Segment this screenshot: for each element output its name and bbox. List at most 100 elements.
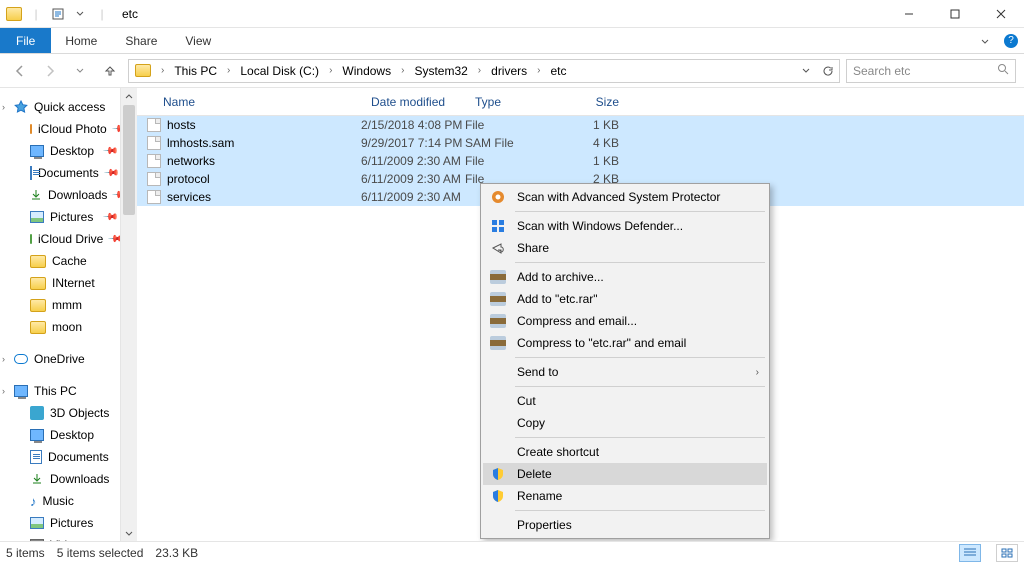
- chevron-right-icon[interactable]: ›: [327, 65, 334, 76]
- chevron-right-icon: ›: [2, 102, 5, 112]
- chevron-right-icon[interactable]: ›: [399, 65, 406, 76]
- close-button[interactable]: [978, 0, 1024, 28]
- recent-dropdown-icon[interactable]: [68, 59, 92, 83]
- sidebar-onedrive[interactable]: › OneDrive: [0, 348, 120, 370]
- pin-icon: 📌: [111, 121, 120, 138]
- minimize-button[interactable]: [886, 0, 932, 28]
- sidebar-item-videos[interactable]: Videos: [0, 534, 120, 541]
- qat-properties-icon[interactable]: [50, 6, 66, 22]
- sidebar-this-pc[interactable]: › This PC: [0, 380, 120, 402]
- sidebar-item-mmm[interactable]: mmm: [0, 294, 120, 316]
- status-selection-size: 23.3 KB: [155, 546, 198, 560]
- sidebar-item-desktop[interactable]: Desktop📌: [0, 140, 120, 162]
- tab-share[interactable]: Share: [111, 28, 171, 53]
- onedrive-icon: [14, 354, 28, 364]
- menu-cut[interactable]: Cut: [483, 390, 767, 412]
- menu-properties[interactable]: Properties: [483, 514, 767, 536]
- file-icon: [147, 136, 161, 150]
- file-row[interactable]: networks6/11/2009 2:30 AMFile1 KB: [137, 152, 1024, 170]
- menu-delete[interactable]: Delete: [483, 463, 767, 485]
- menu-compress-etc-email[interactable]: Compress to "etc.rar" and email: [483, 332, 767, 354]
- column-name[interactable]: Name: [137, 95, 361, 109]
- sidebar-item-documents[interactable]: Documents📌: [0, 162, 120, 184]
- sidebar-item-music[interactable]: ♪Music: [0, 490, 120, 512]
- ribbon-expand-icon[interactable]: [972, 28, 998, 53]
- share-icon: [489, 239, 507, 257]
- menu-send-to[interactable]: Send to›: [483, 361, 767, 383]
- menu-add-archive[interactable]: Add to archive...: [483, 266, 767, 288]
- menu-compress-email[interactable]: Compress and email...: [483, 310, 767, 332]
- sidebar-item-cache[interactable]: Cache: [0, 250, 120, 272]
- column-type[interactable]: Type: [465, 95, 565, 109]
- sidebar-quick-access[interactable]: › Quick access: [0, 96, 120, 118]
- chevron-right-icon[interactable]: ›: [476, 65, 483, 76]
- crumb-etc[interactable]: etc: [547, 64, 571, 78]
- menu-separator: [515, 357, 765, 358]
- sidebar-item-internet[interactable]: INternet: [0, 272, 120, 294]
- qat-dropdown-icon[interactable]: [72, 6, 88, 22]
- sidebar-item-icloud-photo[interactable]: iCloud Photo📌: [0, 118, 120, 140]
- winrar-icon: [489, 334, 507, 352]
- desktop-icon: [30, 429, 44, 441]
- menu-scan-asp[interactable]: Scan with Advanced System Protector: [483, 186, 767, 208]
- sidebar-item-moon[interactable]: moon: [0, 316, 120, 338]
- crumb-drivers[interactable]: drivers: [487, 64, 531, 78]
- back-button[interactable]: [8, 59, 32, 83]
- sidebar-scrollbar[interactable]: [120, 88, 137, 541]
- tab-file[interactable]: File: [0, 28, 51, 53]
- sidebar-item-pc-pictures[interactable]: Pictures: [0, 512, 120, 534]
- tab-home[interactable]: Home: [51, 28, 111, 53]
- up-button[interactable]: [98, 59, 122, 83]
- sidebar-item-pc-documents[interactable]: Documents: [0, 446, 120, 468]
- chevron-right-icon[interactable]: ›: [225, 65, 232, 76]
- column-date[interactable]: Date modified: [361, 95, 465, 109]
- scroll-up-icon[interactable]: [121, 88, 137, 105]
- menu-create-shortcut[interactable]: Create shortcut: [483, 441, 767, 463]
- search-box[interactable]: Search etc: [846, 59, 1016, 83]
- sidebar-item-pc-downloads[interactable]: Downloads: [0, 468, 120, 490]
- crumb-system32[interactable]: System32: [410, 64, 471, 78]
- file-row[interactable]: hosts2/15/2018 4:08 PMFile1 KB: [137, 116, 1024, 134]
- menu-share[interactable]: Share: [483, 237, 767, 259]
- 3d-objects-icon: [30, 406, 44, 420]
- address-folder-icon: [135, 64, 151, 77]
- scroll-down-icon[interactable]: [121, 524, 137, 541]
- column-size[interactable]: Size: [565, 95, 631, 109]
- menu-copy[interactable]: Copy: [483, 412, 767, 434]
- crumb-local-disk[interactable]: Local Disk (C:): [236, 64, 323, 78]
- winrar-icon: [489, 268, 507, 286]
- maximize-button[interactable]: [932, 0, 978, 28]
- scroll-thumb[interactable]: [123, 105, 135, 215]
- file-icon: [147, 154, 161, 168]
- tab-view[interactable]: View: [171, 28, 225, 53]
- chevron-right-icon: ›: [756, 367, 759, 378]
- sidebar-item-3d-objects[interactable]: 3D Objects: [0, 402, 120, 424]
- winrar-icon: [489, 290, 507, 308]
- chevron-right-icon[interactable]: ›: [535, 65, 542, 76]
- sidebar-item-downloads[interactable]: Downloads📌: [0, 184, 120, 206]
- details-view-button[interactable]: [959, 544, 981, 562]
- address-dropdown-icon[interactable]: [795, 60, 817, 82]
- ribbon-tabs: File Home Share View ?: [0, 28, 1024, 54]
- menu-separator: [515, 386, 765, 387]
- address-bar[interactable]: › This PC › Local Disk (C:) › Windows › …: [128, 59, 840, 83]
- chevron-right-icon: ›: [2, 386, 5, 396]
- large-icons-view-button[interactable]: [996, 544, 1018, 562]
- file-row[interactable]: lmhosts.sam9/29/2017 7:14 PMSAM File4 KB: [137, 134, 1024, 152]
- chevron-right-icon[interactable]: ›: [159, 65, 166, 76]
- crumb-windows[interactable]: Windows: [338, 64, 395, 78]
- crumb-this-pc[interactable]: This PC: [170, 64, 221, 78]
- refresh-button[interactable]: [817, 60, 839, 82]
- pin-icon: 📌: [111, 187, 120, 204]
- window-icon: [6, 7, 22, 21]
- menu-rename[interactable]: Rename: [483, 485, 767, 507]
- menu-scan-defender[interactable]: Scan with Windows Defender...: [483, 215, 767, 237]
- sidebar-item-icloud-drive[interactable]: iCloud Drive📌: [0, 228, 120, 250]
- sidebar-item-pictures[interactable]: Pictures📌: [0, 206, 120, 228]
- sidebar-item-pc-desktop[interactable]: Desktop: [0, 424, 120, 446]
- menu-add-etc-rar[interactable]: Add to "etc.rar": [483, 288, 767, 310]
- help-button[interactable]: ?: [998, 28, 1024, 53]
- forward-button[interactable]: [38, 59, 62, 83]
- pin-icon: 📌: [101, 209, 118, 226]
- search-placeholder: Search etc: [853, 64, 910, 78]
